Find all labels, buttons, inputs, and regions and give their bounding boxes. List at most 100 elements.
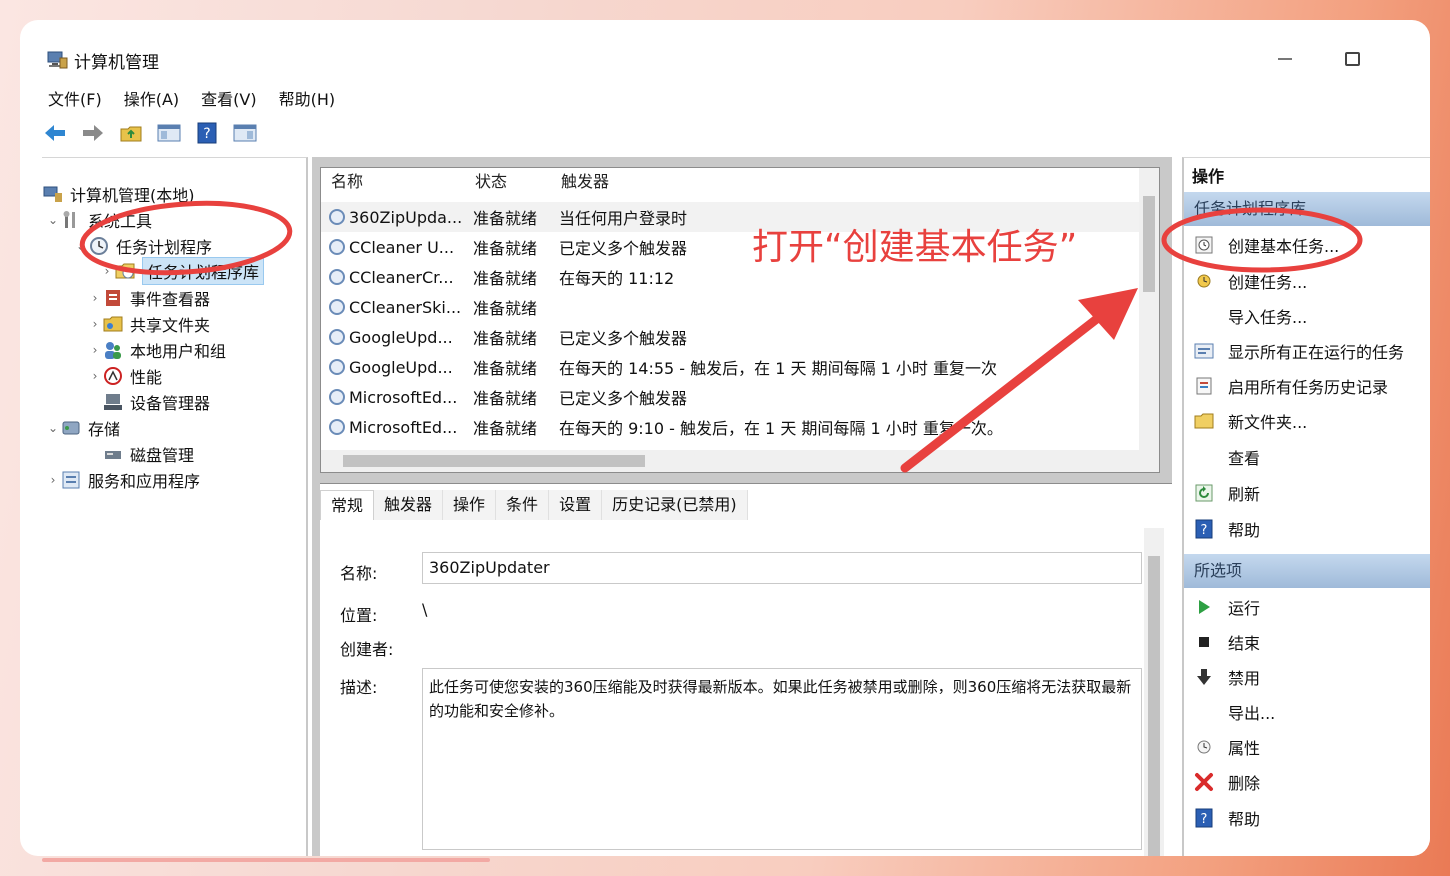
clock-icon: [88, 236, 110, 256]
action-show-running-tasks[interactable]: 显示所有正在运行的任务: [1184, 336, 1430, 366]
tree-item-performance[interactable]: › 性能: [88, 364, 162, 388]
menu-help[interactable]: 帮助(H): [279, 86, 336, 112]
computer-management-icon: [46, 48, 68, 70]
action-export[interactable]: 导出...: [1184, 697, 1430, 727]
annotation-text: 打开“创建基本任务”: [752, 227, 1078, 268]
scrollbar-thumb[interactable]: [343, 455, 645, 467]
menu-file[interactable]: 文件(F): [48, 86, 102, 112]
tree-item-event-viewer[interactable]: › 事件查看器: [88, 286, 210, 310]
chevron-right-icon[interactable]: ›: [88, 343, 102, 357]
chevron-right-icon[interactable]: ›: [88, 291, 102, 305]
task-details: 常规 触发器 操作 条件 设置 历史记录(已禁用) 名称: 360ZipUpda…: [320, 483, 1172, 856]
action-help-selected[interactable]: ? 帮助: [1184, 803, 1430, 833]
help-icon: ?: [1192, 808, 1216, 828]
folder-clock-icon: [114, 261, 136, 281]
details-vertical-scrollbar[interactable]: [1144, 528, 1164, 856]
title-bar: 计算机管理: [20, 20, 1430, 90]
scrollbar-thumb[interactable]: [1148, 556, 1160, 856]
column-header-status[interactable]: 状态: [465, 168, 551, 196]
task-icon: [329, 359, 345, 375]
column-header-name[interactable]: 名称: [321, 168, 465, 196]
svg-text:?: ?: [1201, 523, 1208, 538]
stop-icon: [1192, 632, 1216, 652]
chevron-right-icon[interactable]: ›: [88, 369, 102, 383]
basic-task-icon: [1192, 235, 1216, 255]
action-disable[interactable]: 禁用: [1184, 662, 1430, 692]
tab-history[interactable]: 历史记录(已禁用): [602, 490, 748, 520]
table-row[interactable]: MicrosoftEd... 准备就绪 在每天的 9:10 - 触发后，在 1 …: [321, 412, 1141, 442]
author-label: 创建者:: [340, 640, 394, 659]
action-create-basic-task[interactable]: 创建基本任务...: [1184, 230, 1430, 260]
chevron-right-icon[interactable]: ›: [46, 473, 60, 487]
action-new-folder[interactable]: 新文件夹...: [1184, 406, 1430, 436]
up-folder-icon[interactable]: [118, 120, 144, 146]
chevron-down-icon[interactable]: ⌄: [74, 239, 88, 253]
svg-text:?: ?: [1201, 812, 1208, 827]
table-row[interactable]: GoogleUpd... 准备就绪 已定义多个触发器: [321, 322, 1141, 352]
task-icon: [329, 239, 345, 255]
chevron-down-icon[interactable]: ⌄: [46, 421, 60, 435]
show-hide-action-pane-icon[interactable]: [232, 120, 258, 146]
menu-view[interactable]: 查看(V): [201, 86, 256, 112]
actions-header: 操作: [1192, 167, 1225, 186]
help-icon[interactable]: ?: [194, 120, 220, 146]
action-create-task[interactable]: 创建任务...: [1184, 266, 1430, 296]
forward-icon[interactable]: [80, 120, 106, 146]
table-row[interactable]: MicrosoftEd... 准备就绪 已定义多个触发器: [321, 382, 1141, 412]
tree-item-device-manager[interactable]: 设备管理器: [102, 390, 210, 414]
chevron-right-icon[interactable]: ›: [88, 317, 102, 331]
delete-icon: [1192, 772, 1216, 792]
tree-item-system-tools[interactable]: ⌄ 系统工具: [46, 208, 152, 232]
column-header-trigger[interactable]: 触发器: [551, 168, 609, 196]
action-help[interactable]: ? 帮助: [1184, 514, 1430, 544]
action-import-task[interactable]: 导入任务...: [1184, 301, 1430, 331]
menu-bar: 文件(F) 操作(A) 查看(V) 帮助(H): [48, 86, 335, 112]
table-row[interactable]: CCleanerSki... 准备就绪: [321, 292, 1141, 322]
navigation-tree: 计算机管理(本地) ⌄ 系统工具 ⌄ 任务计划程序 › 任务计划程序库 › 事件…: [42, 157, 308, 856]
section-selected-item[interactable]: 所选项: [1184, 554, 1430, 588]
tree-item-services-applications[interactable]: › 服务和应用程序: [46, 468, 200, 492]
chevron-down-icon[interactable]: ⌄: [46, 213, 60, 227]
computer-management-icon: [42, 184, 64, 204]
task-list-horizontal-scrollbar[interactable]: [321, 450, 1159, 472]
action-delete[interactable]: 删除: [1184, 767, 1430, 797]
menu-action[interactable]: 操作(A): [124, 86, 179, 112]
maximize-button[interactable]: [1345, 52, 1360, 66]
svg-text:?: ?: [203, 126, 210, 142]
tab-general[interactable]: 常规: [320, 490, 375, 520]
tree-item-shared-folders[interactable]: › 共享文件夹: [88, 312, 210, 336]
tab-conditions[interactable]: 条件: [496, 490, 550, 520]
disk-icon: [102, 444, 124, 464]
tree-item-local-users-groups[interactable]: › 本地用户和组: [88, 338, 226, 362]
task-icon: [329, 269, 345, 285]
tree-item-disk-management[interactable]: 磁盘管理: [102, 442, 194, 466]
device-manager-icon: [102, 392, 124, 412]
back-icon[interactable]: [42, 120, 68, 146]
show-hide-tree-icon[interactable]: [156, 120, 182, 146]
task-list-vertical-scrollbar[interactable]: [1139, 168, 1159, 452]
tab-actions[interactable]: 操作: [443, 490, 497, 520]
task-icon: [329, 329, 345, 345]
description-field[interactable]: 此任务可使您安装的360压缩能及时获得最新版本。如果此任务被禁用或删除，则360…: [422, 668, 1142, 850]
minimize-button[interactable]: [1278, 58, 1292, 60]
tree-item-task-scheduler-library[interactable]: › 任务计划程序库: [100, 257, 265, 285]
disable-icon: [1192, 667, 1216, 687]
action-view[interactable]: 查看: [1184, 442, 1430, 472]
table-row[interactable]: GoogleUpd... 准备就绪 在每天的 14:55 - 触发后，在 1 天…: [321, 352, 1141, 382]
action-end[interactable]: 结束: [1184, 627, 1430, 657]
services-icon: [60, 470, 82, 490]
name-field[interactable]: 360ZipUpdater: [422, 552, 1142, 584]
action-run[interactable]: 运行: [1184, 592, 1430, 622]
chevron-right-icon[interactable]: ›: [100, 264, 114, 278]
details-tabs: 常规 触发器 操作 条件 设置 历史记录(已禁用): [320, 490, 748, 520]
action-enable-history[interactable]: 启用所有任务历史记录: [1184, 371, 1430, 401]
scrollbar-thumb[interactable]: [1143, 196, 1155, 292]
tab-triggers[interactable]: 触发器: [374, 490, 444, 520]
tree-item-storage[interactable]: ⌄ 存储: [46, 416, 120, 440]
tree-item-computer-management[interactable]: 计算机管理(本地): [42, 182, 195, 206]
tree-item-task-scheduler[interactable]: ⌄ 任务计划程序: [74, 234, 212, 258]
section-task-scheduler-library[interactable]: 任务计划程序库: [1184, 192, 1430, 226]
action-refresh[interactable]: 刷新: [1184, 478, 1430, 508]
action-properties[interactable]: 属性: [1184, 732, 1430, 762]
tab-settings[interactable]: 设置: [549, 490, 603, 520]
